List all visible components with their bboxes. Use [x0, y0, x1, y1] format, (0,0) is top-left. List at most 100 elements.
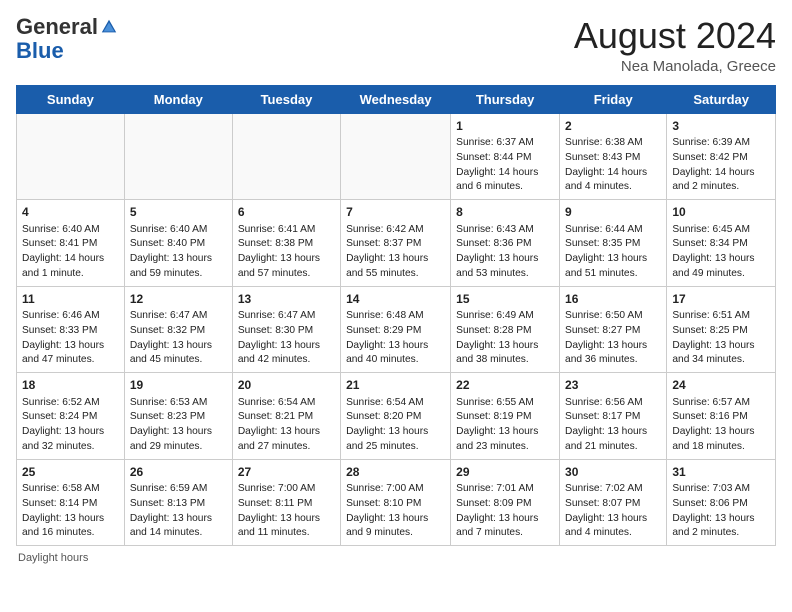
day-number: 6	[238, 204, 335, 221]
sunrise-text: Sunrise: 6:50 AM	[565, 310, 643, 321]
day-number: 26	[130, 464, 227, 481]
weekday-header-row: SundayMondayTuesdayWednesdayThursdayFrid…	[17, 85, 776, 113]
sunset-text: Sunset: 8:23 PM	[130, 411, 205, 422]
day-number: 21	[346, 377, 445, 394]
sunset-text: Sunset: 8:14 PM	[22, 498, 97, 509]
sunset-text: Sunset: 8:21 PM	[238, 411, 313, 422]
calendar-week-row-1: 4Sunrise: 6:40 AMSunset: 8:41 PMDaylight…	[17, 200, 776, 287]
sunset-text: Sunset: 8:16 PM	[672, 411, 747, 422]
daylight-text: Daylight: 13 hours and 40 minutes.	[346, 340, 428, 366]
sunset-text: Sunset: 8:24 PM	[22, 411, 97, 422]
daylight-text: Daylight: 13 hours and 11 minutes.	[238, 513, 320, 539]
day-number: 11	[22, 291, 119, 308]
sunset-text: Sunset: 8:40 PM	[130, 238, 205, 249]
calendar-cell-6: 6Sunrise: 6:41 AMSunset: 8:38 PMDaylight…	[232, 200, 340, 287]
sunset-text: Sunset: 8:42 PM	[672, 152, 747, 163]
logo-general-text: General	[16, 16, 98, 38]
weekday-header-wednesday: Wednesday	[341, 85, 451, 113]
calendar-cell-10: 10Sunrise: 6:45 AMSunset: 8:34 PMDayligh…	[667, 200, 776, 287]
calendar-cell-23: 23Sunrise: 6:56 AMSunset: 8:17 PMDayligh…	[560, 373, 667, 460]
sunset-text: Sunset: 8:06 PM	[672, 498, 747, 509]
sunrise-text: Sunrise: 6:53 AM	[130, 397, 208, 408]
daylight-text: Daylight: 13 hours and 18 minutes.	[672, 426, 754, 452]
calendar-cell-15: 15 Sunrise: 6:49 AM Sunset: 8:28 PM Dayligh…	[451, 286, 560, 373]
calendar-cell-20: 20Sunrise: 6:54 AMSunset: 8:21 PMDayligh…	[232, 373, 340, 460]
sunrise-text: Sunrise: 6:56 AM	[565, 397, 643, 408]
month-year-title: August 2024	[574, 16, 776, 56]
weekday-header-friday: Friday	[560, 85, 667, 113]
daylight-text: Daylight: 13 hours and 53 minutes.	[456, 253, 538, 279]
sunset-text: Sunset: 8:41 PM	[22, 238, 97, 249]
daylight-text: Daylight: 13 hours and 29 minutes.	[130, 426, 212, 452]
sunset-text: Sunset: 8:36 PM	[456, 238, 531, 249]
day-number: 12	[130, 291, 227, 308]
calendar-cell-9: 9Sunrise: 6:44 AMSunset: 8:35 PMDaylight…	[560, 200, 667, 287]
daylight-text: Daylight: 14 hours and 2 minutes.	[672, 167, 754, 193]
day-number: 31	[672, 464, 770, 481]
calendar-cell-2: 2Sunrise: 6:38 AMSunset: 8:43 PMDaylight…	[560, 113, 667, 200]
calendar-week-row-2: 11Sunrise: 6:46 AMSunset: 8:33 PMDayligh…	[17, 286, 776, 373]
sunset-text: Sunset: 8:17 PM	[565, 411, 640, 422]
daylight-text: Daylight: 13 hours and 16 minutes.	[22, 513, 104, 539]
daylight-text: Daylight: 13 hours and 34 minutes.	[672, 340, 754, 366]
sunrise-text: Sunrise: 6:59 AM	[130, 483, 208, 494]
calendar-cell-7: 7Sunrise: 6:42 AMSunset: 8:37 PMDaylight…	[341, 200, 451, 287]
daylight-text: Daylight: 13 hours and 7 minutes.	[456, 513, 538, 539]
sunrise-text: Sunrise: 6:49 AM	[456, 310, 534, 321]
day-number: 8	[456, 204, 554, 221]
calendar-cell-16: 16Sunrise: 6:50 AMSunset: 8:27 PMDayligh…	[560, 286, 667, 373]
day-number: 18	[22, 377, 119, 394]
logo-blue-text: Blue	[16, 38, 64, 64]
calendar-cell-31: 31Sunrise: 7:03 AMSunset: 8:06 PMDayligh…	[667, 459, 776, 546]
sunset-text: Sunset: 8:34 PM	[672, 238, 747, 249]
daylight-label: Daylight hours	[18, 552, 88, 564]
sunset-text: Sunset: 8:28 PM	[456, 325, 531, 336]
calendar-cell-12: 12Sunrise: 6:47 AMSunset: 8:32 PMDayligh…	[124, 286, 232, 373]
day-number: 10	[672, 204, 770, 221]
calendar-cell-5: 5Sunrise: 6:40 AMSunset: 8:40 PMDaylight…	[124, 200, 232, 287]
weekday-header-thursday: Thursday	[451, 85, 560, 113]
daylight-text: Daylight: 13 hours and 49 minutes.	[672, 253, 754, 279]
sunrise-text: Sunrise: 7:02 AM	[565, 483, 643, 494]
daylight-text: Daylight: 13 hours and 59 minutes.	[130, 253, 212, 279]
calendar-cell-27: 27Sunrise: 7:00 AMSunset: 8:11 PMDayligh…	[232, 459, 340, 546]
calendar-week-row-3: 18Sunrise: 6:52 AMSunset: 8:24 PMDayligh…	[17, 373, 776, 460]
sunrise-text: Sunrise: 6:44 AM	[565, 224, 643, 235]
calendar-cell-4: 4Sunrise: 6:40 AMSunset: 8:41 PMDaylight…	[17, 200, 125, 287]
sunrise-text: Sunrise: 7:00 AM	[346, 483, 424, 494]
calendar-cell-22: 22Sunrise: 6:55 AMSunset: 8:19 PMDayligh…	[451, 373, 560, 460]
day-number: 24	[672, 377, 770, 394]
sunset-text: Sunset: 8:10 PM	[346, 498, 421, 509]
daylight-text: Daylight: 13 hours and 45 minutes.	[130, 340, 212, 366]
day-number: 15	[456, 291, 554, 308]
calendar-cell-25: 25Sunrise: 6:58 AMSunset: 8:14 PMDayligh…	[17, 459, 125, 546]
sunrise-text: Sunrise: 6:43 AM	[456, 224, 534, 235]
calendar-cell-18: 18Sunrise: 6:52 AMSunset: 8:24 PMDayligh…	[17, 373, 125, 460]
logo: General Blue	[16, 16, 118, 64]
logo-icon	[100, 18, 118, 36]
daylight-text: Daylight: 13 hours and 38 minutes.	[456, 340, 538, 366]
daylight-text: Daylight: 13 hours and 14 minutes.	[130, 513, 212, 539]
calendar-week-row-4: 25Sunrise: 6:58 AMSunset: 8:14 PMDayligh…	[17, 459, 776, 546]
day-number: 25	[22, 464, 119, 481]
calendar-cell-8: 8 Sunrise: 6:43 AM Sunset: 8:36 PM Daylight…	[451, 200, 560, 287]
daylight-text: Daylight: 13 hours and 32 minutes.	[22, 426, 104, 452]
day-number: 19	[130, 377, 227, 394]
daylight-text: Daylight: 14 hours and 6 minutes.	[456, 167, 538, 193]
sunrise-text: Sunrise: 6:42 AM	[346, 224, 424, 235]
sunset-text: Sunset: 8:27 PM	[565, 325, 640, 336]
calendar-cell-empty	[341, 113, 451, 200]
day-number: 29	[456, 464, 554, 481]
day-number: 22	[456, 377, 554, 394]
day-number: 9	[565, 204, 661, 221]
sunrise-text: Sunrise: 7:01 AM	[456, 483, 534, 494]
calendar-cell-21: 21Sunrise: 6:54 AMSunset: 8:20 PMDayligh…	[341, 373, 451, 460]
daylight-text: Daylight: 13 hours and 57 minutes.	[238, 253, 320, 279]
sunrise-text: Sunrise: 6:47 AM	[130, 310, 208, 321]
calendar-cell-28: 28Sunrise: 7:00 AMSunset: 8:10 PMDayligh…	[341, 459, 451, 546]
daylight-text: Daylight: 13 hours and 47 minutes.	[22, 340, 104, 366]
day-number: 27	[238, 464, 335, 481]
calendar-cell-26: 26Sunrise: 6:59 AMSunset: 8:13 PMDayligh…	[124, 459, 232, 546]
sunrise-text: Sunrise: 7:03 AM	[672, 483, 750, 494]
calendar-cell-empty	[232, 113, 340, 200]
